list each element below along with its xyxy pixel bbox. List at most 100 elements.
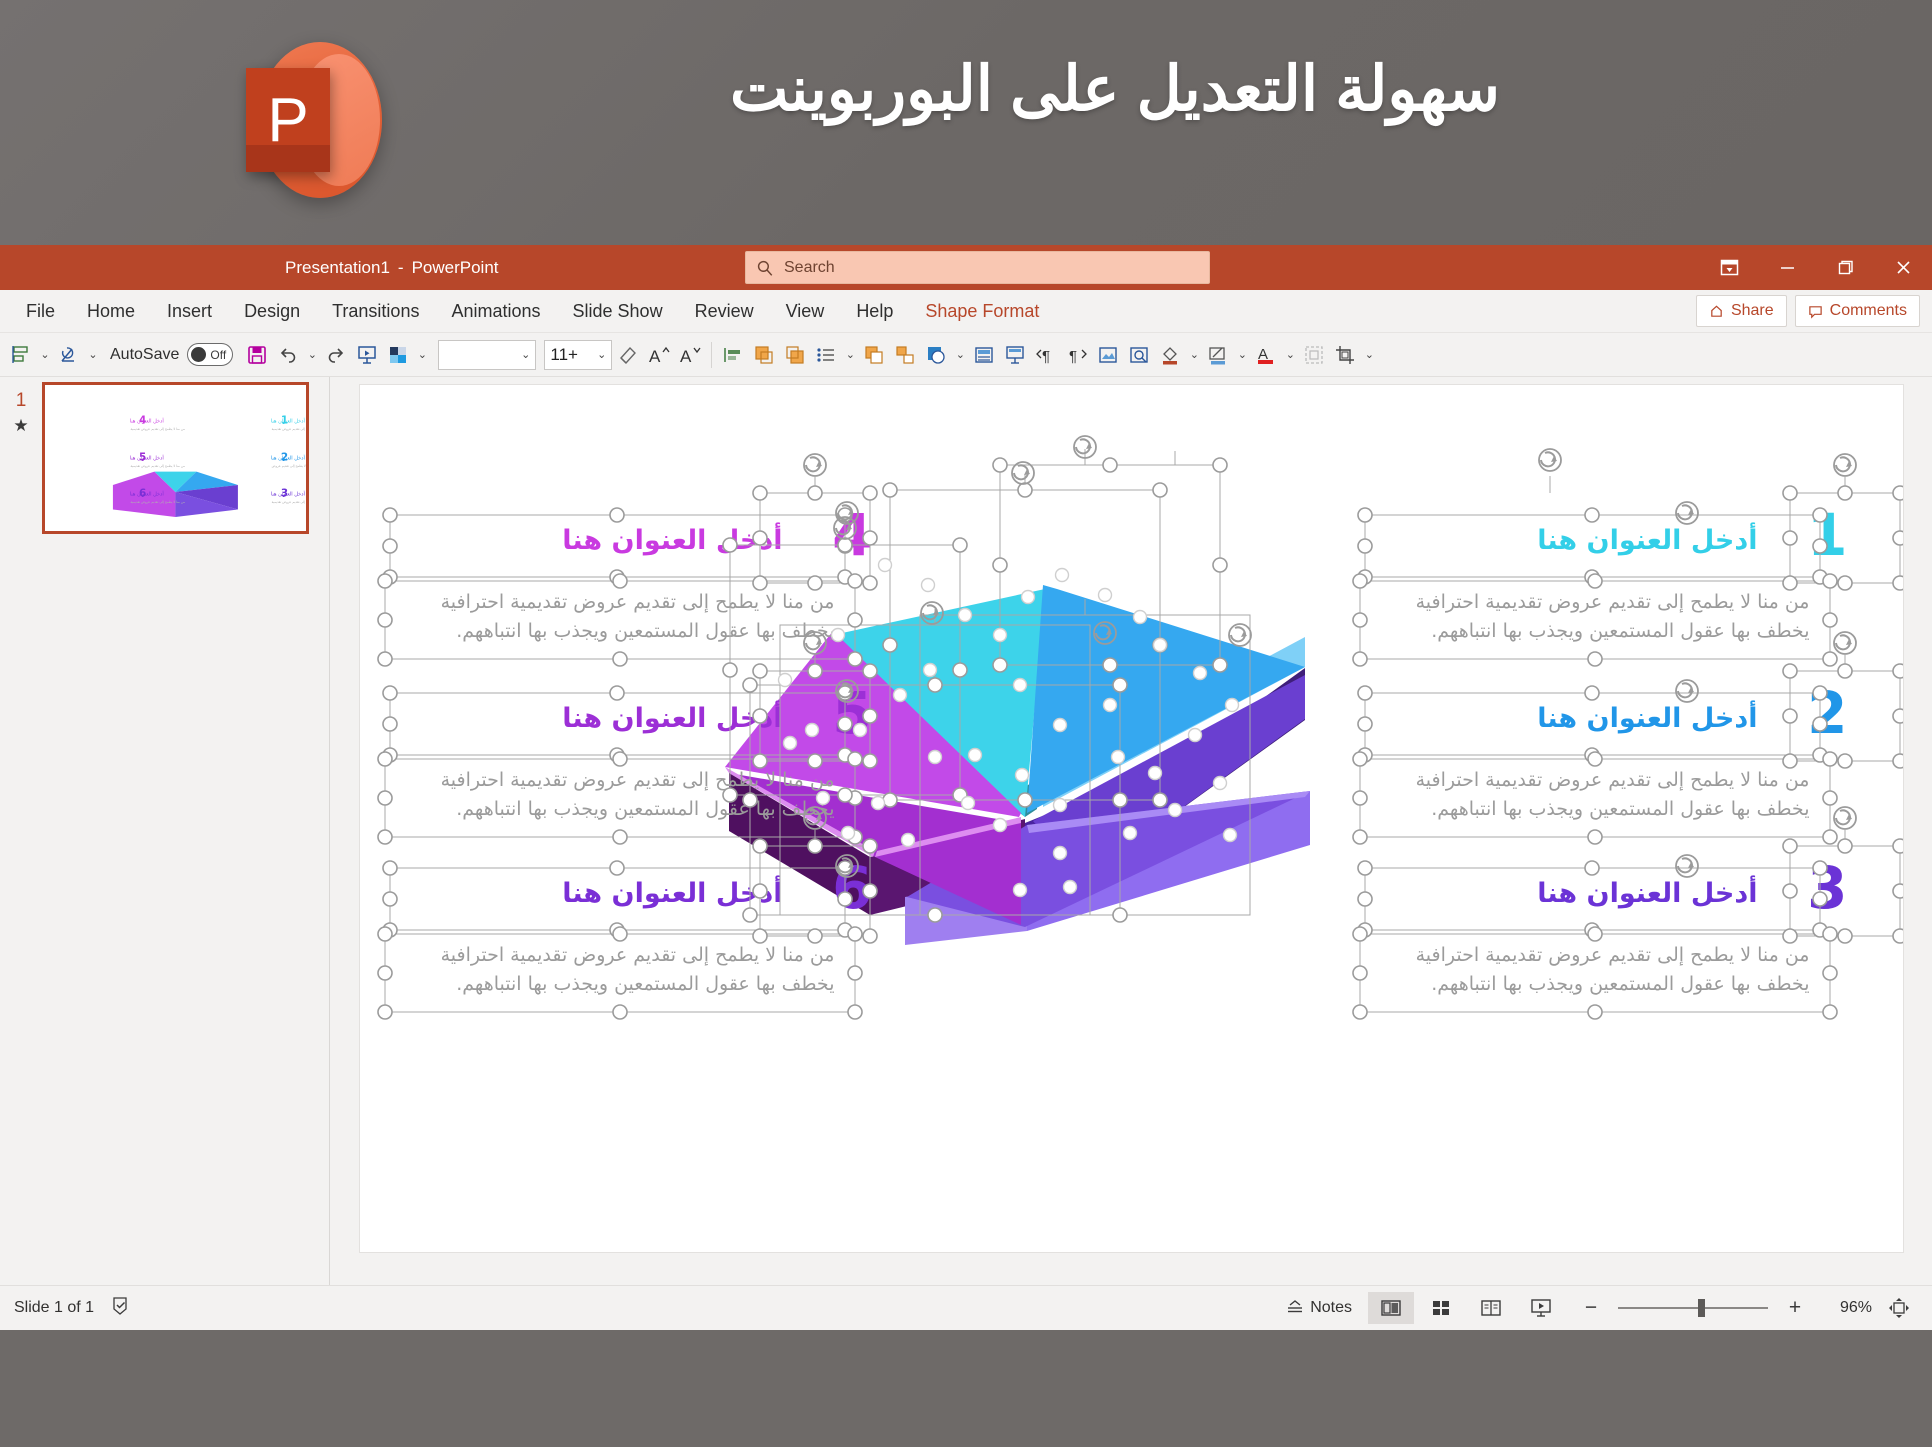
autosave-toggle[interactable]: Off bbox=[187, 343, 234, 366]
tab-animations[interactable]: Animations bbox=[435, 290, 556, 333]
zoom-in-button[interactable]: + bbox=[1772, 1292, 1818, 1324]
align-text-icon[interactable] bbox=[718, 338, 748, 372]
slide-thumbnail-pane[interactable]: 1 ★ 1 أدخل العنوان هنا إلى تقديم عروض تق… bbox=[0, 377, 330, 1285]
close-button[interactable] bbox=[1874, 245, 1932, 290]
font-name-input[interactable]: ⌄ bbox=[438, 339, 537, 370]
search-input[interactable]: Search bbox=[745, 251, 1210, 284]
undo-button[interactable] bbox=[273, 338, 303, 372]
thumbnail-row[interactable]: 1 ★ 1 أدخل العنوان هنا إلى تقديم عروض تق… bbox=[0, 382, 330, 534]
shape-fill-icon[interactable] bbox=[1155, 338, 1185, 372]
tab-file[interactable]: File bbox=[10, 290, 71, 333]
fit-to-window-button[interactable] bbox=[1876, 1292, 1922, 1324]
accessibility-checker-icon[interactable] bbox=[110, 1295, 131, 1321]
shape-fill-dropdown-icon[interactable]: ⌄ bbox=[1186, 338, 1202, 372]
slide-item-2[interactable]: 2 أدخل العنوان هنا من منا لا يطمح إلى تق… bbox=[1360, 684, 1848, 843]
tab-slide-show[interactable]: Slide Show bbox=[557, 290, 679, 333]
format-painter-icon[interactable] bbox=[613, 338, 643, 372]
shape-styles-icon[interactable] bbox=[921, 338, 951, 372]
notes-icon bbox=[1288, 1300, 1303, 1313]
rotate-objects-icon[interactable] bbox=[54, 338, 84, 372]
save-button[interactable] bbox=[242, 338, 272, 372]
minimize-button[interactable] bbox=[1758, 245, 1816, 290]
slide-layout-icon[interactable] bbox=[969, 338, 999, 372]
tab-shape-format[interactable]: Shape Format bbox=[909, 290, 1055, 333]
tab-design[interactable]: Design bbox=[228, 290, 316, 333]
restore-button[interactable] bbox=[1816, 245, 1874, 290]
ribbon-tab-bar: File Home Insert Design Transitions Anim… bbox=[0, 290, 1932, 333]
zoom-slider-knob[interactable] bbox=[1698, 1299, 1705, 1317]
zoom-slider[interactable] bbox=[1618, 1292, 1768, 1324]
slide-item-1[interactable]: 1 أدخل العنوان هنا من منا لا يطمح إلى تق… bbox=[1360, 506, 1848, 665]
status-left: Slide 1 of 1 bbox=[0, 1295, 131, 1321]
tab-view[interactable]: View bbox=[770, 290, 841, 333]
text-direction-ltr-icon[interactable]: ¶ bbox=[1062, 338, 1092, 372]
slide-item-5[interactable]: 5 أدخل العنوان هنا من منا لا يطمح إلى تق… bbox=[385, 684, 873, 843]
rotate-dropdown-icon[interactable]: ⌄ bbox=[85, 338, 101, 372]
undo-dropdown-icon[interactable]: ⌄ bbox=[304, 338, 320, 372]
item-4-body: من منا لا يطمح إلى تقديم عروض تقديمية اح… bbox=[440, 591, 835, 643]
group-objects-icon[interactable] bbox=[890, 338, 920, 372]
item-6-title: أدخل العنوان هنا bbox=[562, 878, 783, 909]
insert-placeholder-icon[interactable] bbox=[1000, 338, 1030, 372]
notes-button[interactable]: Notes bbox=[1273, 1298, 1364, 1318]
insert-picture-icon[interactable] bbox=[1093, 338, 1123, 372]
tab-home[interactable]: Home bbox=[71, 290, 151, 333]
shape-outline-dropdown-icon[interactable]: ⌄ bbox=[1234, 338, 1250, 372]
zoom-level[interactable]: 96% bbox=[1822, 1299, 1872, 1317]
font-size-chevron-down-icon[interactable]: ⌄ bbox=[597, 348, 606, 361]
item-2-body: من منا لا يطمح إلى تقديم عروض تقديمية اح… bbox=[1415, 769, 1810, 821]
bring-forward-icon[interactable] bbox=[749, 338, 779, 372]
font-color-dropdown-icon[interactable]: ⌄ bbox=[1282, 338, 1298, 372]
tab-insert[interactable]: Insert bbox=[151, 290, 228, 333]
slide-item-6[interactable]: 6 أدخل العنوان هنا من منا لا يطمح إلى تق… bbox=[385, 859, 873, 1018]
item-5-title: أدخل العنوان هنا bbox=[562, 703, 783, 734]
rotate-handle-4 bbox=[802, 453, 827, 477]
selection-pane-icon[interactable] bbox=[1299, 338, 1329, 372]
decrease-font-size-icon[interactable]: A bbox=[675, 338, 705, 372]
slide-item-4[interactable]: 4 أدخل العنوان هنا من منا لا يطمح إلى تق… bbox=[385, 506, 873, 665]
slide-item-3[interactable]: 3 أدخل العنوان هنا من منا لا يطمح إلى تق… bbox=[1360, 859, 1848, 1018]
share-button[interactable]: Share bbox=[1695, 295, 1787, 327]
comments-button[interactable]: Comments bbox=[1794, 295, 1920, 327]
rotate-handle-3 bbox=[1832, 806, 1857, 830]
font-size-input[interactable]: 11+ ⌄ bbox=[544, 339, 613, 370]
slide-editing-surface[interactable]: 1 أدخل العنوان هنا من منا لا يطمح إلى تق… bbox=[358, 384, 1904, 1253]
autosave-control[interactable]: AutoSave Off bbox=[102, 343, 241, 366]
slide-indicator: Slide 1 of 1 bbox=[14, 1299, 95, 1316]
shape-outline-icon[interactable] bbox=[1203, 338, 1233, 372]
item-6-number: 6 bbox=[832, 854, 873, 922]
increase-font-size-icon[interactable]: A bbox=[644, 338, 674, 372]
shape-styles-dropdown-icon[interactable]: ⌄ bbox=[952, 338, 968, 372]
align-objects-icon[interactable] bbox=[6, 338, 36, 372]
toolbar-overflow-icon[interactable]: ⌄ bbox=[1361, 338, 1377, 372]
zoom-preview-icon[interactable] bbox=[1124, 338, 1154, 372]
page-background-bottom bbox=[0, 1330, 1932, 1447]
theme-dropdown-icon[interactable]: ⌄ bbox=[414, 338, 430, 372]
theme-colors-icon[interactable] bbox=[383, 338, 413, 372]
font-color-icon[interactable]: A bbox=[1251, 338, 1281, 372]
duplicate-shape-icon[interactable] bbox=[859, 338, 889, 372]
crop-icon[interactable] bbox=[1330, 338, 1360, 372]
redo-button[interactable] bbox=[321, 338, 351, 372]
send-backward-icon[interactable] bbox=[780, 338, 810, 372]
ribbon-display-options-button[interactable] bbox=[1700, 245, 1758, 290]
slide-sorter-view-button[interactable] bbox=[1418, 1292, 1464, 1324]
font-name-chevron-down-icon[interactable]: ⌄ bbox=[521, 348, 530, 361]
bullet-dropdown-icon[interactable]: ⌄ bbox=[842, 338, 858, 372]
bullet-list-icon[interactable] bbox=[811, 338, 841, 372]
tab-help[interactable]: Help bbox=[840, 290, 909, 333]
autosave-label: AutoSave bbox=[110, 345, 180, 363]
rotate-handle-2 bbox=[1832, 631, 1857, 655]
text-direction-rtl-icon[interactable]: ¶ bbox=[1031, 338, 1061, 372]
reading-view-button[interactable] bbox=[1468, 1292, 1514, 1324]
tab-review[interactable]: Review bbox=[679, 290, 770, 333]
start-slideshow-button[interactable] bbox=[352, 338, 382, 372]
rotate-handle-seg-e bbox=[1010, 461, 1035, 485]
zoom-out-button[interactable]: − bbox=[1568, 1292, 1614, 1324]
item-3-title: أدخل العنوان هنا bbox=[1537, 878, 1758, 909]
normal-view-button[interactable] bbox=[1368, 1292, 1414, 1324]
align-dropdown-icon[interactable]: ⌄ bbox=[37, 338, 53, 372]
tab-transitions[interactable]: Transitions bbox=[316, 290, 435, 333]
slide-thumbnail[interactable]: 1 أدخل العنوان هنا من منا لا يطمح إلى تق… bbox=[42, 382, 309, 534]
slide-show-view-button[interactable] bbox=[1518, 1292, 1564, 1324]
